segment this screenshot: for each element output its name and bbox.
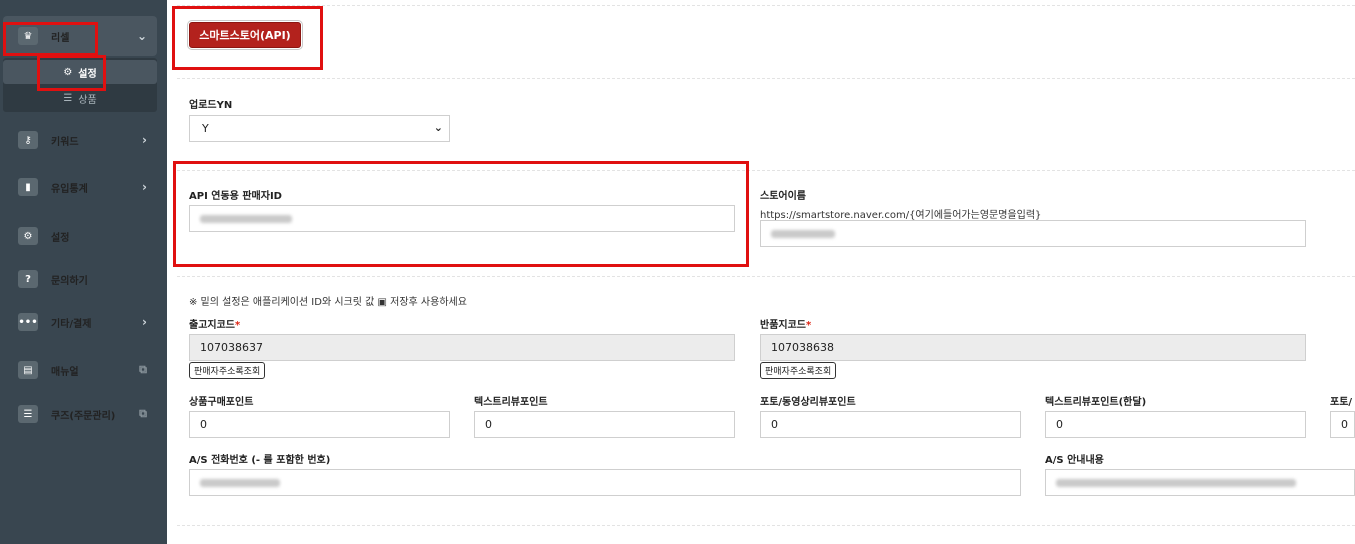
more-icon: ••• <box>18 313 38 331</box>
list-icon: ☰ <box>63 92 73 104</box>
sidebar-item-etc-payment[interactable]: ••• 기타/결제 › <box>0 300 167 344</box>
chevron-right-icon: › <box>142 315 147 329</box>
sidebar-item-label: 유입통계 <box>51 183 88 195</box>
redacted-value <box>1056 478 1296 487</box>
divider <box>177 5 1355 6</box>
sidebar-item-label: 설정 <box>51 232 70 244</box>
as-phone-input[interactable] <box>189 469 1021 496</box>
photo-video-review-point-label: 포토/동영상리뷰포인트 <box>760 397 856 408</box>
divider <box>177 276 1355 277</box>
shipping-code-label: 출고지코드* <box>189 316 240 331</box>
text-review-month-point-label: 텍스트리뷰포인트(한달) <box>1045 397 1147 408</box>
store-name-input[interactable] <box>760 220 1306 247</box>
chevron-down-icon: ⌄ <box>136 29 147 43</box>
sidebar: ♛ 리셀 ⌄ ⚙ 설정 ☰ 상품 ⚷ 키워드 › ▮ 유입통계 › ⚙ 설정 ?… <box>0 0 167 544</box>
photo-review-month-point-label: 포토/ <box>1330 397 1353 408</box>
return-code-label: 반품지코드* <box>760 316 811 331</box>
divider <box>177 170 1355 171</box>
settings-notice: ※ 밑의 설정은 애플리케이션 ID와 시크릿 값 ▣ 저장후 사용하세요 <box>189 293 467 308</box>
divider <box>177 525 1355 526</box>
return-address-lookup-button[interactable]: 판매자주소록조회 <box>760 362 837 379</box>
external-link-icon: ⧉ <box>139 363 147 376</box>
divider <box>177 78 1355 79</box>
upload-yn-select[interactable]: Y ⌄ <box>189 115 450 142</box>
upload-yn-value: Y <box>202 122 209 135</box>
main-panel: 스마트스토어(API) 업로드YN Y ⌄ API 연동용 판매자ID 스토어이… <box>167 0 1355 544</box>
as-info-input[interactable] <box>1045 469 1355 496</box>
notice-text: ※ 밑의 설정은 애플리케이션 ID와 시크릿 값 <box>189 297 375 308</box>
book-icon: ▤ <box>18 361 38 379</box>
redacted-value <box>771 229 835 238</box>
api-seller-id-label: API 연동용 판매자ID <box>189 191 282 202</box>
sidebar-item-label: 키워드 <box>51 136 79 148</box>
label-text: 반품지코드 <box>760 320 806 331</box>
return-code-input[interactable]: 107038638 <box>760 334 1306 361</box>
sidebar-item-settings[interactable]: ⚙ 설정 <box>0 214 167 258</box>
redacted-value <box>200 478 280 487</box>
as-phone-label: A/S 전화번호 (- 를 포함한 번호) <box>189 455 331 466</box>
bar-chart-icon: ▮ <box>18 178 38 196</box>
store-name-label: 스토어이름 <box>760 191 806 202</box>
external-link-icon: ⧉ <box>139 407 147 420</box>
chevron-down-icon: ⌄ <box>433 121 443 134</box>
api-seller-id-input[interactable] <box>189 205 735 232</box>
gear-icon: ⚙ <box>63 66 73 78</box>
gear-icon: ⚙ <box>18 227 38 245</box>
sidebar-item-label: 기타/결제 <box>51 318 92 330</box>
sidebar-item-inquiry[interactable]: ? 문의하기 <box>0 257 167 301</box>
sidebar-subitem-label: 설정 <box>78 68 97 80</box>
shipping-address-lookup-button[interactable]: 판매자주소록조회 <box>189 362 266 379</box>
text-review-point-input[interactable]: 0 <box>474 411 735 438</box>
crown-icon: ♛ <box>18 27 38 45</box>
save-icon: ▣ <box>377 297 387 308</box>
store-name-hint: https://smartstore.naver.com/{여기에들어가는영문명… <box>760 210 1042 221</box>
sidebar-subitem-settings[interactable]: ⚙ 설정 <box>0 62 160 82</box>
sidebar-item-label: 매뉴얼 <box>51 366 79 378</box>
question-icon: ? <box>18 270 38 288</box>
sidebar-item-inflow-stats[interactable]: ▮ 유입통계 › <box>0 165 167 209</box>
sidebar-item-reseller[interactable]: ♛ 리셀 ⌄ <box>0 14 167 58</box>
redacted-value <box>200 214 292 223</box>
as-info-label: A/S 안내내용 <box>1045 455 1104 466</box>
chevron-right-icon: › <box>142 180 147 194</box>
upload-yn-label: 업로드YN <box>189 100 233 111</box>
shipping-code-input[interactable]: 107038637 <box>189 334 735 361</box>
photo-review-month-point-input[interactable]: 0 <box>1330 411 1355 438</box>
sidebar-item-manual[interactable]: ▤ 매뉴얼 ⧉ <box>0 348 167 392</box>
label-text: 출고지코드 <box>189 320 235 331</box>
sidebar-item-keyword[interactable]: ⚷ 키워드 › <box>0 118 167 162</box>
text-review-point-label: 텍스트리뷰포인트 <box>474 397 548 408</box>
sidebar-subitem-label: 상품 <box>78 94 97 106</box>
required-mark: * <box>235 320 241 331</box>
checklist-icon: ☰ <box>18 405 38 423</box>
sidebar-item-label: 문의하기 <box>51 275 88 287</box>
sidebar-item-order-mgmt[interactable]: ☰ 쿠즈(주문관리) ⧉ <box>0 392 167 436</box>
purchase-point-label: 상품구매포인트 <box>189 397 254 408</box>
required-mark: * <box>806 320 812 331</box>
sidebar-item-label: 리셀 <box>51 32 70 44</box>
photo-video-review-point-input[interactable]: 0 <box>760 411 1021 438</box>
notice-text: 저장후 사용하세요 <box>390 297 467 308</box>
text-review-month-point-input[interactable]: 0 <box>1045 411 1306 438</box>
sidebar-subitem-products[interactable]: ☰ 상품 <box>0 88 160 108</box>
key-icon: ⚷ <box>18 131 38 149</box>
chevron-right-icon: › <box>142 133 147 147</box>
smartstore-api-button[interactable]: 스마트스토어(API) <box>187 20 303 50</box>
purchase-point-input[interactable]: 0 <box>189 411 450 438</box>
sidebar-item-label: 쿠즈(주문관리) <box>51 410 116 422</box>
